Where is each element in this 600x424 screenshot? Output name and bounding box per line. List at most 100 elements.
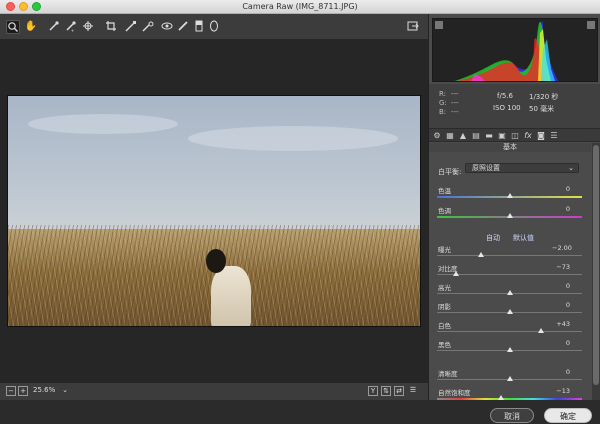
slider-exposure[interactable]: 曝光 −2.00 xyxy=(437,244,582,260)
panel-tabs: ⚙ ▦ ▲ ▤ ▬ ▣ ◫ fx ◙ ☰ xyxy=(429,128,600,142)
slider-value[interactable]: +43 xyxy=(552,320,582,328)
white-balance-icon[interactable] xyxy=(47,20,61,34)
slider-thumb[interactable] xyxy=(506,213,513,218)
split-toning-tab-icon[interactable]: ▬ xyxy=(484,130,494,141)
slider-thumb[interactable] xyxy=(506,290,513,295)
slider-value[interactable]: 0 xyxy=(552,301,582,309)
slider-value[interactable]: −73 xyxy=(552,263,582,271)
scrollbar-thumb[interactable] xyxy=(593,145,599,385)
slider-thumb[interactable] xyxy=(477,252,484,257)
transform-tab-icon[interactable]: ◫ xyxy=(510,130,520,141)
slider-thumb[interactable] xyxy=(506,347,513,352)
slider-value[interactable]: 0 xyxy=(552,205,582,213)
zoom-out-button[interactable]: − xyxy=(6,386,16,396)
spot-removal-icon[interactable] xyxy=(141,20,155,34)
preferences-icon[interactable] xyxy=(406,20,420,34)
white-balance-select[interactable]: 原照设置 ⌄ xyxy=(465,163,579,173)
slider-track[interactable] xyxy=(437,331,582,332)
slider-thumb[interactable] xyxy=(506,309,513,314)
cancel-button[interactable]: 取消 xyxy=(490,408,534,423)
cloud-shape xyxy=(28,114,178,134)
cloud-shape xyxy=(188,126,398,151)
title-bar: Camera Raw (IMG_8711.JPG) xyxy=(0,0,600,14)
slider-highlights[interactable]: 高光 0 xyxy=(437,282,582,298)
white-balance-value: 原照设置 xyxy=(472,164,500,172)
iso-value: ISO 100 xyxy=(493,104,521,112)
slider-value[interactable]: −2.00 xyxy=(552,244,582,252)
crop-icon[interactable] xyxy=(104,20,118,34)
slider-label: 高光 xyxy=(438,284,451,292)
slider-shadows[interactable]: 阴影 0 xyxy=(437,301,582,317)
color-sampler-icon[interactable]: + xyxy=(64,20,78,34)
slider-tint[interactable]: 色调 0 xyxy=(437,205,582,221)
hand-icon[interactable]: ✋ xyxy=(24,20,38,34)
red-eye-icon[interactable] xyxy=(160,20,174,34)
effects-tab-icon[interactable]: fx xyxy=(523,130,533,141)
slider-value[interactable]: 0 xyxy=(552,282,582,290)
slider-value[interactable]: −13 xyxy=(552,387,582,395)
tone-curve-tab-icon[interactable]: ▦ xyxy=(445,130,455,141)
r-label: R: xyxy=(439,90,447,98)
presets-tab-icon[interactable]: ☰ xyxy=(549,130,559,141)
svg-text:+: + xyxy=(71,28,74,32)
slider-temp[interactable]: 色温 0 xyxy=(437,185,582,201)
g-label: G: xyxy=(439,99,447,107)
slider-contrast[interactable]: 对比度 −73 xyxy=(437,263,582,279)
zoom-icon[interactable] xyxy=(6,20,20,34)
shutter-value: 1/320 秒 xyxy=(529,93,559,101)
graduated-filter-icon[interactable] xyxy=(192,20,206,34)
basic-tab-icon[interactable]: ⚙ xyxy=(432,130,442,141)
slider-track[interactable] xyxy=(437,255,582,256)
slider-thumb[interactable] xyxy=(452,271,459,276)
slider-blacks[interactable]: 黑色 0 xyxy=(437,339,582,355)
camera-calibration-tab-icon[interactable]: ◙ xyxy=(536,130,546,141)
preview-settings-icon[interactable]: ☰ xyxy=(408,386,418,396)
zoom-dropdown-icon[interactable]: ⌄ xyxy=(60,386,70,396)
person-head xyxy=(206,249,226,273)
zoom-level[interactable]: 25.6% xyxy=(33,386,55,394)
person-figure xyxy=(211,266,251,326)
b-value: --- xyxy=(451,108,459,116)
slider-value[interactable]: 0 xyxy=(552,339,582,347)
slider-value[interactable]: 0 xyxy=(552,185,582,193)
status-bar: − + 25.6% ⌄ Y ⇅ ⇄ ☰ xyxy=(0,382,428,400)
swap-before-after-icon[interactable]: ⇅ xyxy=(381,386,391,396)
white-balance-label: 白平衡: xyxy=(438,168,462,176)
slider-label: 自然饱和度 xyxy=(438,389,471,397)
slider-thumb[interactable] xyxy=(506,376,513,381)
slider-clarity[interactable]: 清晰度 0 xyxy=(437,368,582,384)
chevron-down-icon: ⌄ xyxy=(568,164,574,172)
slider-label: 色温 xyxy=(438,187,451,195)
radial-filter-icon[interactable] xyxy=(207,20,221,34)
straighten-icon[interactable] xyxy=(124,20,138,34)
detail-tab-icon[interactable]: ▲ xyxy=(458,130,468,141)
copy-settings-icon[interactable]: ⇄ xyxy=(394,386,404,396)
slider-value[interactable]: 0 xyxy=(552,368,582,376)
g-value: --- xyxy=(451,99,459,107)
slider-thumb[interactable] xyxy=(538,328,545,333)
adjustment-brush-icon[interactable] xyxy=(176,20,190,34)
targeted-adjust-icon[interactable] xyxy=(81,20,95,34)
slider-label: 曝光 xyxy=(438,246,451,254)
focal-length-value: 50 毫米 xyxy=(529,105,555,113)
panel-scrollbar[interactable] xyxy=(592,143,600,400)
preview-canvas[interactable] xyxy=(0,40,428,382)
lens-tab-icon[interactable]: ▣ xyxy=(497,130,507,141)
auto-link[interactable]: 自动 xyxy=(486,233,500,243)
r-value: --- xyxy=(451,90,459,98)
default-link[interactable]: 默认值 xyxy=(513,233,534,243)
info-readout: R: --- G: --- B: --- f/5.6 1/320 秒 ISO 1… xyxy=(429,84,600,128)
slider-label: 清晰度 xyxy=(438,370,458,378)
photo-preview xyxy=(7,95,421,327)
ok-button[interactable]: 确定 xyxy=(544,408,592,423)
b-label: B: xyxy=(439,108,447,116)
slider-thumb[interactable] xyxy=(506,193,513,198)
histogram xyxy=(432,18,598,82)
before-after-y-icon[interactable]: Y xyxy=(368,386,378,396)
slider-whites[interactable]: 白色 +43 xyxy=(437,320,582,336)
zoom-in-button[interactable]: + xyxy=(18,386,28,396)
slider-label: 色调 xyxy=(438,207,451,215)
slider-label: 黑色 xyxy=(438,341,451,349)
window-title: Camera Raw (IMG_8711.JPG) xyxy=(242,2,358,11)
hsl-tab-icon[interactable]: ▤ xyxy=(471,130,481,141)
